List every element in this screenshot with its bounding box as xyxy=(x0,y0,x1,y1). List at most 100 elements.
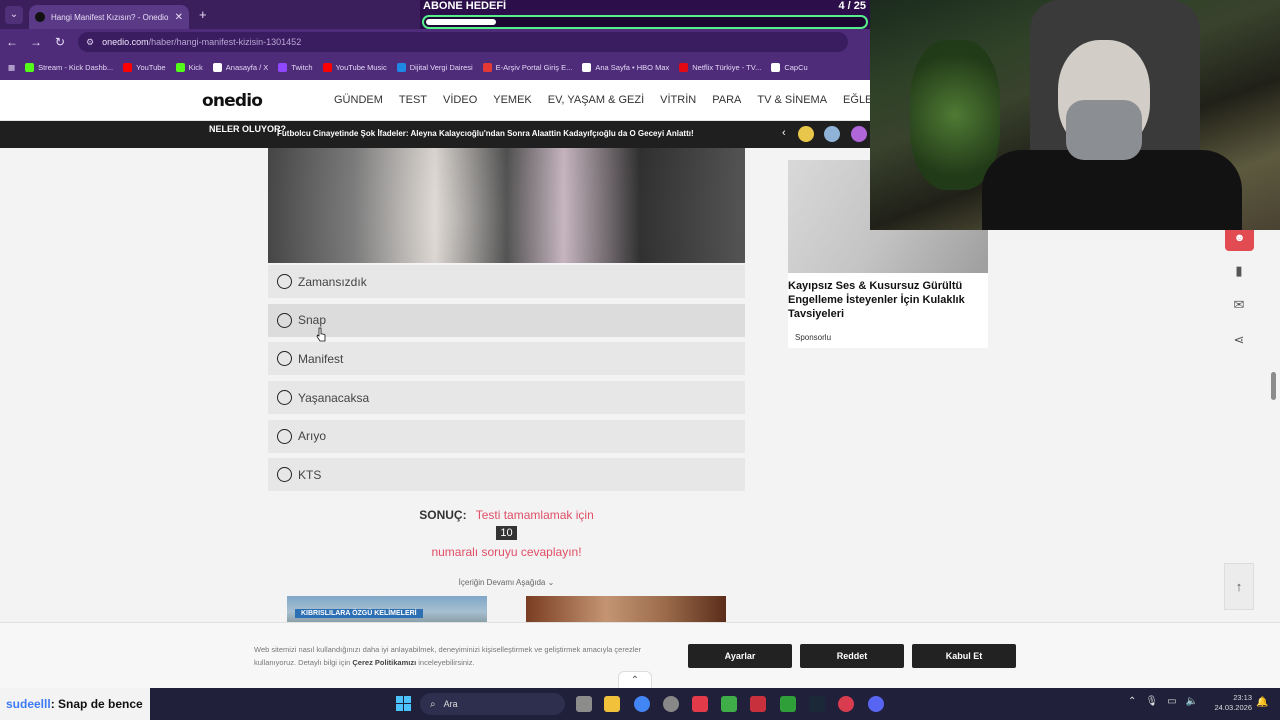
cookie-accept-button[interactable]: Kabul Et xyxy=(912,644,1016,668)
browser-tab-active[interactable]: Hangi Manifest Kızısın? - Onedio ✕ xyxy=(29,5,189,29)
chat-message: : Snap de bence xyxy=(50,697,143,711)
ticker-badge-icon[interactable] xyxy=(798,126,814,142)
network-icon[interactable]: ▭ xyxy=(1167,696,1176,707)
bookmark-label: YouTube Music xyxy=(335,63,387,72)
discord-icon[interactable] xyxy=(868,696,884,712)
webcam-overlay xyxy=(870,0,1280,230)
menu-item[interactable]: TV & SİNEMA xyxy=(757,94,827,106)
result-question-number[interactable]: 10 xyxy=(496,526,517,540)
taskbar-search-placeholder: Ara xyxy=(443,699,458,709)
app-icon[interactable] xyxy=(838,696,854,712)
close-tab-icon[interactable]: ✕ xyxy=(175,12,183,23)
ticker-badge-icon[interactable] xyxy=(851,126,867,142)
bookmark-label: Twitch xyxy=(291,63,313,72)
site-logo[interactable]: onedio xyxy=(202,91,263,111)
scroll-to-top-button[interactable]: ↑ xyxy=(1224,563,1254,610)
cookie-text: Web sitemizi nasıl kullandığınızı daha i… xyxy=(254,643,674,669)
bookmark-label: Dijital Vergi Dairesi xyxy=(409,63,473,72)
xbox-game-bar-icon[interactable] xyxy=(780,696,796,712)
related-article-thumb[interactable] xyxy=(526,596,726,622)
cookie-settings-button[interactable]: Ayarlar xyxy=(688,644,792,668)
comments-icon[interactable]: ✉ xyxy=(1230,297,1248,315)
quiz-option[interactable]: Snap xyxy=(268,303,745,337)
radio-button[interactable] xyxy=(277,312,292,328)
bookmark-item[interactable]: YouTube xyxy=(123,63,166,72)
chevron-left-icon[interactable]: ‹ xyxy=(782,127,786,139)
webcam-body xyxy=(982,150,1242,230)
taskbar-search[interactable]: ⌕ Ara xyxy=(420,693,565,715)
share-icon[interactable]: ⋖ xyxy=(1230,332,1248,350)
app-icon[interactable] xyxy=(692,696,708,712)
quiz-option-label: KTS xyxy=(298,467,322,482)
back-icon[interactable]: ← xyxy=(0,35,24,49)
bookmark-label: Anasayfa / X xyxy=(225,63,269,72)
menu-item[interactable]: VİTRİN xyxy=(660,94,696,106)
quiz-option[interactable]: Manifest xyxy=(268,342,745,376)
continue-below-label[interactable]: İçeriğin Devamı Aşağıda ⌄ xyxy=(268,578,745,587)
quiz-option[interactable]: KTS xyxy=(268,458,745,492)
cookie-policy-link[interactable]: Çerez Politikamızı xyxy=(352,658,416,667)
menu-item[interactable]: PARA xyxy=(712,94,741,106)
settings-app-icon[interactable] xyxy=(576,696,592,712)
radio-button[interactable] xyxy=(277,274,292,289)
ad-title[interactable]: Kayıpsız Ses & Kusursuz Gürültü Engellem… xyxy=(788,279,978,321)
radio-button[interactable] xyxy=(277,467,292,483)
bookmark-item[interactable]: Netflix Türkiye - TV... xyxy=(679,63,761,72)
bookmark-item[interactable]: Stream - Kick Dashb... xyxy=(25,63,113,72)
bookmark-item[interactable]: Dijital Vergi Dairesi xyxy=(396,63,473,72)
menu-item[interactable]: TEST xyxy=(399,94,427,106)
bookmark-item[interactable]: E-Arşiv Portal Giriş E... xyxy=(482,63,572,72)
chevron-up-icon[interactable]: ⌃ xyxy=(1128,696,1136,707)
xbox-icon[interactable] xyxy=(721,696,737,712)
reload-icon[interactable]: ↻ xyxy=(48,35,72,49)
volume-icon[interactable]: 🔈 xyxy=(1186,696,1198,707)
ticker-badge-icon[interactable] xyxy=(824,126,840,142)
chevron-up-icon[interactable]: ⌃ xyxy=(618,671,652,689)
obs-icon[interactable] xyxy=(663,696,679,712)
quiz-option[interactable]: Arıyo xyxy=(268,419,745,453)
quiz-option[interactable]: Zamansızdık xyxy=(268,265,745,298)
quiz-option[interactable]: Yaşanacaksa xyxy=(268,381,745,415)
scrollbar-thumb[interactable] xyxy=(1271,372,1276,400)
tab-list-button[interactable]: ⌄ xyxy=(5,5,23,24)
chat-username: sudeelll xyxy=(6,697,51,711)
menu-item[interactable]: YEMEK xyxy=(493,94,532,106)
quiz-option-label: Manifest xyxy=(298,351,344,366)
cookie-reject-button[interactable]: Reddet xyxy=(800,644,904,668)
new-tab-button[interactable]: + xyxy=(199,7,207,22)
webcam-plant xyxy=(910,40,1000,190)
bookmark-item[interactable]: Anasayfa / X xyxy=(212,63,269,72)
address-bar[interactable]: ⚙ onedio.com/haber/hangi-manifest-kizisi… xyxy=(78,32,848,52)
radio-button[interactable] xyxy=(277,428,292,444)
youtube-music-icon xyxy=(322,63,332,72)
site-info-icon[interactable]: ⚙ xyxy=(86,37,94,48)
notification-icon[interactable]: 🔔 xyxy=(1256,697,1268,709)
menu-item[interactable]: EV, YAŞAM & GEZİ xyxy=(548,94,644,106)
bookmark-icon[interactable]: ▮ xyxy=(1230,263,1248,281)
windows-start-icon[interactable] xyxy=(396,696,411,711)
apps-grid-icon[interactable]: ▦ xyxy=(8,63,15,72)
radio-button[interactable] xyxy=(277,390,292,406)
bookmark-item[interactable]: Ana Sayfa • HBO Max xyxy=(582,63,669,72)
bookmark-item[interactable]: CapCu xyxy=(771,63,808,72)
file-explorer-icon[interactable] xyxy=(604,696,620,712)
goal-title: ABONE HEDEFİ xyxy=(423,0,507,12)
microphone-icon[interactable]: 🎙 xyxy=(1145,696,1158,707)
goal-count: 4 / 25 xyxy=(838,0,866,12)
radio-button[interactable] xyxy=(277,351,292,367)
app-icon[interactable] xyxy=(750,696,766,712)
netflix-icon xyxy=(679,63,689,72)
clock[interactable]: 23:13 24.03.2026 xyxy=(1212,693,1252,713)
cookie-consent-bar: Web sitemizi nasıl kullandığınızı daha i… xyxy=(0,622,1280,689)
menu-item[interactable]: VİDEO xyxy=(443,94,477,106)
menu-item[interactable]: GÜNDEM xyxy=(334,94,383,106)
related-article-thumb[interactable]: KIBRISLILARA ÖZGÜ KELİMELERİ xyxy=(287,596,487,622)
bookmark-item[interactable]: YouTube Music xyxy=(322,63,387,72)
forward-icon[interactable]: → xyxy=(24,35,48,49)
ticker-headline[interactable]: Futbolcu Cinayetinde Şok İfadeler: Aleyn… xyxy=(277,129,694,138)
bookmark-item[interactable]: Kick xyxy=(175,63,203,72)
chrome-icon[interactable] xyxy=(634,696,650,712)
bookmark-item[interactable]: Twitch xyxy=(278,63,313,72)
bookmark-label: Stream - Kick Dashb... xyxy=(38,63,114,72)
steam-icon[interactable] xyxy=(809,696,825,712)
